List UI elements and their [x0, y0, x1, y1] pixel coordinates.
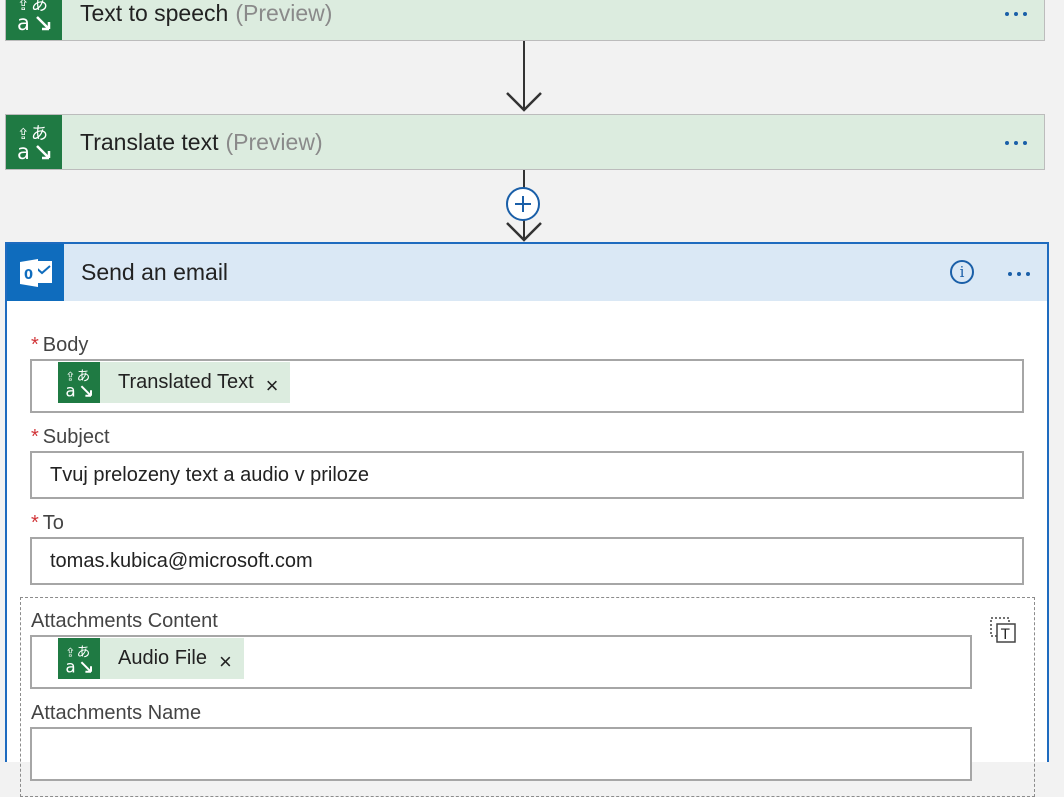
preview-tag: (Preview) [235, 0, 333, 26]
token-label: Audio File [118, 647, 207, 669]
body-label: * Body [31, 334, 88, 357]
dynamic-content-token[interactable]: ⇪ あ a Translated Text × [58, 362, 291, 403]
subject-value: Tvuj prelozeny text a audio v priloze [50, 463, 370, 486]
plus-icon [515, 196, 531, 212]
field-label-text: Subject [42, 426, 110, 448]
svg-text:0: 0 [24, 268, 33, 283]
required-asterisk: * [31, 426, 39, 448]
field-label-text: To [42, 512, 64, 534]
svg-text:T: T [1000, 627, 1010, 643]
svg-text:あ: あ [31, 124, 48, 144]
step-text-to-speech[interactable]: ⇪ あ a Text to speech (Preview) [5, 0, 1045, 41]
field-label-text: Body [42, 334, 89, 356]
add-step-button[interactable] [506, 187, 540, 221]
step-translate-text[interactable]: ⇪ あ a Translate text (Preview) [5, 114, 1045, 170]
dynamic-content-token[interactable]: ⇪ あ a Audio File × [58, 638, 244, 679]
connector-arrow [506, 41, 542, 112]
info-icon[interactable]: i [950, 260, 974, 284]
attachments-content-label: Attachments Content [31, 610, 218, 632]
attachments-name-label: Attachments Name [31, 702, 202, 724]
more-options-button[interactable] [1005, 12, 1027, 16]
step-title-text: Translate text [80, 128, 219, 155]
body-field[interactable]: ⇪ あ a Translated Text × [30, 359, 1024, 413]
remove-token-button[interactable]: × [266, 374, 279, 397]
translator-icon: ⇪ あ a [58, 638, 100, 679]
svg-text:a: a [17, 140, 30, 162]
step-title: Translate text (Preview) [80, 115, 323, 169]
svg-text:あ: あ [77, 644, 91, 660]
step-title: Text to speech (Preview) [80, 0, 332, 40]
required-asterisk: * [31, 512, 39, 534]
more-options-button[interactable] [1008, 272, 1030, 276]
attachments-content-field[interactable]: ⇪ あ a Audio File × [30, 635, 972, 689]
translator-icon: ⇪ あ a [58, 362, 100, 403]
svg-text:あ: あ [31, 0, 48, 15]
translator-icon: ⇪ あ a [6, 115, 62, 169]
to-value: tomas.kubica@microsoft.com [50, 549, 313, 572]
token-label: Translated Text [118, 371, 254, 393]
outlook-icon: 0 [7, 244, 64, 301]
switch-to-text-mode-icon[interactable]: T [990, 617, 1018, 645]
translator-icon: ⇪ あ a [6, 0, 62, 40]
subject-input[interactable]: Tvuj prelozeny text a audio v priloze [30, 451, 1024, 499]
step-title-text: Text to speech [80, 0, 229, 26]
subject-label: * Subject [31, 426, 110, 449]
svg-text:a: a [65, 380, 75, 398]
svg-text:あ: あ [77, 368, 91, 384]
svg-text:a: a [65, 656, 75, 674]
attachments-name-input[interactable] [30, 727, 972, 781]
card-title: Send an email [81, 259, 229, 285]
preview-tag: (Preview) [225, 128, 323, 155]
card-header[interactable]: 0 Send an email i [7, 244, 1047, 301]
remove-token-button[interactable]: × [219, 650, 232, 673]
svg-text:a: a [17, 11, 30, 33]
to-label: * To [31, 512, 64, 535]
required-asterisk: * [31, 334, 39, 356]
to-input[interactable]: tomas.kubica@microsoft.com [30, 537, 1024, 585]
more-options-button[interactable] [1005, 141, 1027, 145]
